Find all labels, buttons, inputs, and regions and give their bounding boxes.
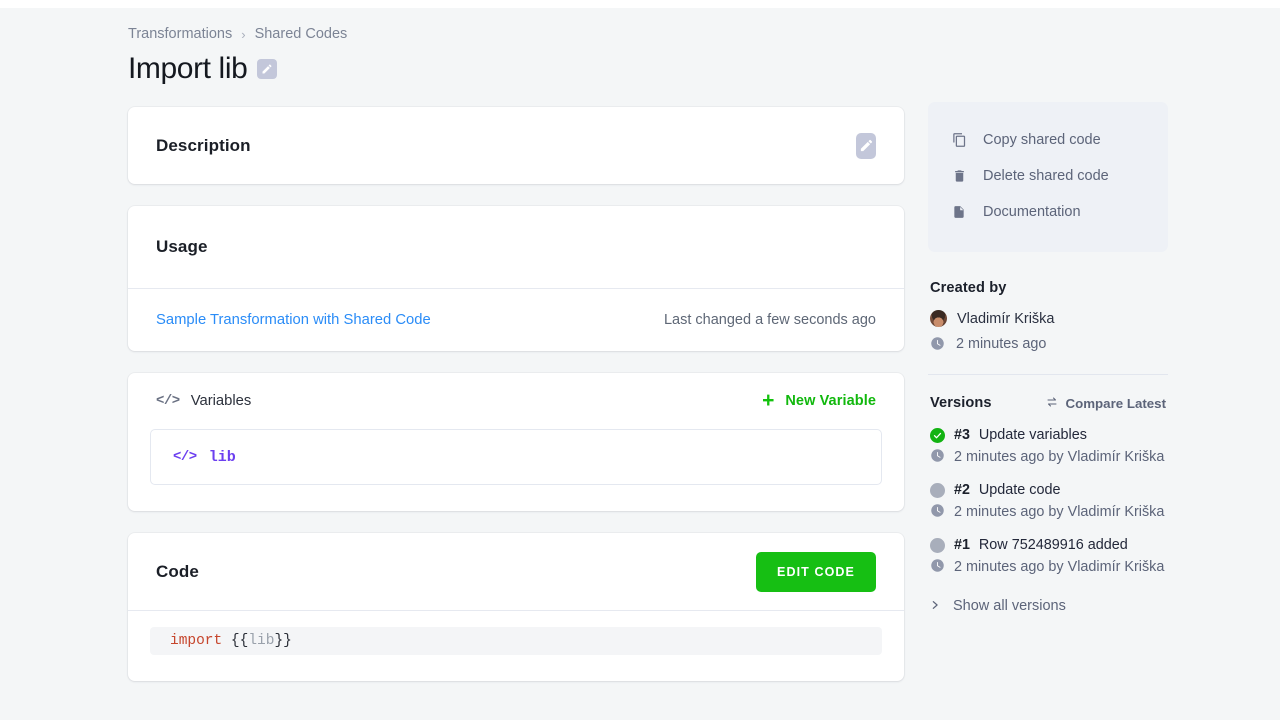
description-card: Description: [128, 107, 904, 184]
version-number: #1: [954, 537, 970, 553]
dot-icon: [930, 537, 945, 553]
new-variable-button[interactable]: + New Variable: [762, 389, 876, 412]
variable-item[interactable]: </> lib: [150, 429, 882, 485]
version-meta: 2 minutes ago by Vladimír Kriška: [954, 449, 1165, 465]
version-description: Update variables: [978, 427, 1087, 443]
versions-title: Versions: [930, 395, 992, 411]
description-title: Description: [156, 135, 251, 155]
versions-header: Versions Compare Latest: [930, 395, 1166, 411]
version-meta-row: 2 minutes ago by Vladimír Kriška: [930, 558, 1166, 576]
edit-code-button[interactable]: EDIT CODE: [756, 551, 876, 592]
code-token-variable: lib: [248, 633, 275, 649]
page-container: Transformations › Shared Codes Import li…: [0, 8, 1280, 703]
variables-title-group: </> Variables: [156, 393, 251, 409]
swap-arrows-icon: [1045, 396, 1059, 411]
chevron-right-icon: [930, 598, 940, 614]
sidebar: Copy shared code Delete shared code Docu…: [928, 24, 1168, 614]
code-brackets-icon: </>: [156, 393, 180, 409]
variables-card: </> Variables + New Variable </> lib: [128, 373, 904, 511]
created-by-title: Created by: [930, 280, 1007, 296]
compare-latest-label: Compare Latest: [1065, 395, 1167, 411]
variables-title: Variables: [190, 393, 252, 409]
version-description: Row 752489916 added: [978, 537, 1128, 553]
code-brackets-icon: </>: [173, 449, 197, 465]
avatar: [930, 310, 947, 327]
copy-icon: [950, 132, 968, 148]
version-header: #2 Update code: [930, 482, 1166, 498]
plus-icon: +: [762, 389, 775, 412]
dot-icon: [930, 482, 945, 498]
documentation-label: Documentation: [983, 204, 1081, 220]
breadcrumb-item-transformations[interactable]: Transformations: [128, 26, 232, 42]
document-icon: [950, 204, 968, 220]
show-all-versions-label: Show all versions: [953, 598, 1066, 614]
versions-block: Versions Compare Latest #3 Update variab…: [928, 395, 1168, 614]
new-variable-label: New Variable: [785, 393, 876, 409]
created-by-time: 2 minutes ago: [956, 336, 1047, 352]
usage-transformation-link[interactable]: Sample Transformation with Shared Code: [156, 312, 431, 328]
documentation-action[interactable]: Documentation: [928, 194, 1168, 230]
top-bar: [0, 0, 1280, 8]
created-by-block: Created by Vladimír Kriška 2 minutes ago: [928, 280, 1168, 352]
pencil-icon[interactable]: [257, 59, 278, 79]
trash-icon: [950, 168, 968, 184]
created-by-time-row: 2 minutes ago: [930, 336, 1166, 352]
show-all-versions-button[interactable]: Show all versions: [930, 598, 1066, 614]
version-header: #1 Row 752489916 added: [930, 537, 1166, 553]
main-column: Transformations › Shared Codes Import li…: [128, 24, 904, 703]
breadcrumb-separator-icon: ›: [241, 26, 246, 42]
variable-name: lib: [208, 448, 236, 466]
version-meta-row: 2 minutes ago by Vladimír Kriška: [930, 448, 1166, 466]
check-circle-icon: [930, 427, 945, 443]
created-by-user-name: Vladimír Kriška: [957, 310, 1055, 327]
breadcrumb: Transformations › Shared Codes: [128, 24, 904, 44]
copy-shared-code-action[interactable]: Copy shared code: [928, 122, 1168, 158]
clock-icon: [930, 448, 946, 464]
usage-last-changed: Last changed a few seconds ago: [663, 312, 876, 328]
sidebar-divider: [928, 374, 1168, 375]
breadcrumb-item-shared-codes[interactable]: Shared Codes: [255, 26, 348, 42]
usage-card: Usage Sample Transformation with Shared …: [128, 206, 904, 351]
created-by-user-row: Vladimír Kriška: [930, 310, 1166, 327]
version-number: #2: [954, 482, 970, 498]
page-title-row: Import lib: [128, 52, 904, 86]
pencil-icon[interactable]: [856, 132, 876, 159]
copy-shared-code-label: Copy shared code: [983, 132, 1101, 148]
version-description: Update code: [978, 482, 1061, 498]
code-card: Code EDIT CODE import {{ lib }}: [128, 533, 904, 681]
page-title: Import lib: [128, 52, 248, 85]
code-card-header: Code EDIT CODE: [128, 533, 904, 610]
code-token-keyword: import: [170, 633, 223, 649]
code-token-open-brace: {{: [230, 633, 249, 649]
delete-shared-code-action[interactable]: Delete shared code: [928, 158, 1168, 194]
version-meta: 2 minutes ago by Vladimír Kriška: [954, 559, 1165, 575]
usage-card-header: Usage: [128, 206, 904, 288]
clock-icon: [930, 503, 946, 519]
clock-icon: [930, 336, 946, 352]
compare-latest-button[interactable]: Compare Latest: [1045, 395, 1167, 411]
version-item[interactable]: #1 Row 752489916 added 2 minutes ago by …: [930, 537, 1166, 576]
version-number: #3: [954, 427, 970, 443]
code-token-close-brace: }}: [274, 633, 292, 649]
version-meta: 2 minutes ago by Vladimír Kriška: [954, 504, 1165, 520]
version-item[interactable]: #3 Update variables 2 minutes ago by Vla…: [930, 427, 1166, 466]
code-body: import {{ lib }}: [128, 611, 904, 681]
delete-shared-code-label: Delete shared code: [983, 168, 1109, 184]
version-header: #3 Update variables: [930, 427, 1166, 443]
usage-title: Usage: [156, 237, 208, 256]
version-meta-row: 2 minutes ago by Vladimír Kriška: [930, 503, 1166, 521]
usage-row: Sample Transformation with Shared Code L…: [128, 289, 904, 351]
clock-icon: [930, 558, 946, 574]
code-title: Code: [156, 561, 199, 581]
description-card-header: Description: [128, 107, 904, 184]
variables-card-header: </> Variables + New Variable: [128, 373, 904, 429]
code-line: import {{ lib }}: [150, 627, 882, 655]
actions-card: Copy shared code Delete shared code Docu…: [928, 102, 1168, 252]
version-item[interactable]: #2 Update code 2 minutes ago by Vladimír…: [930, 482, 1166, 521]
